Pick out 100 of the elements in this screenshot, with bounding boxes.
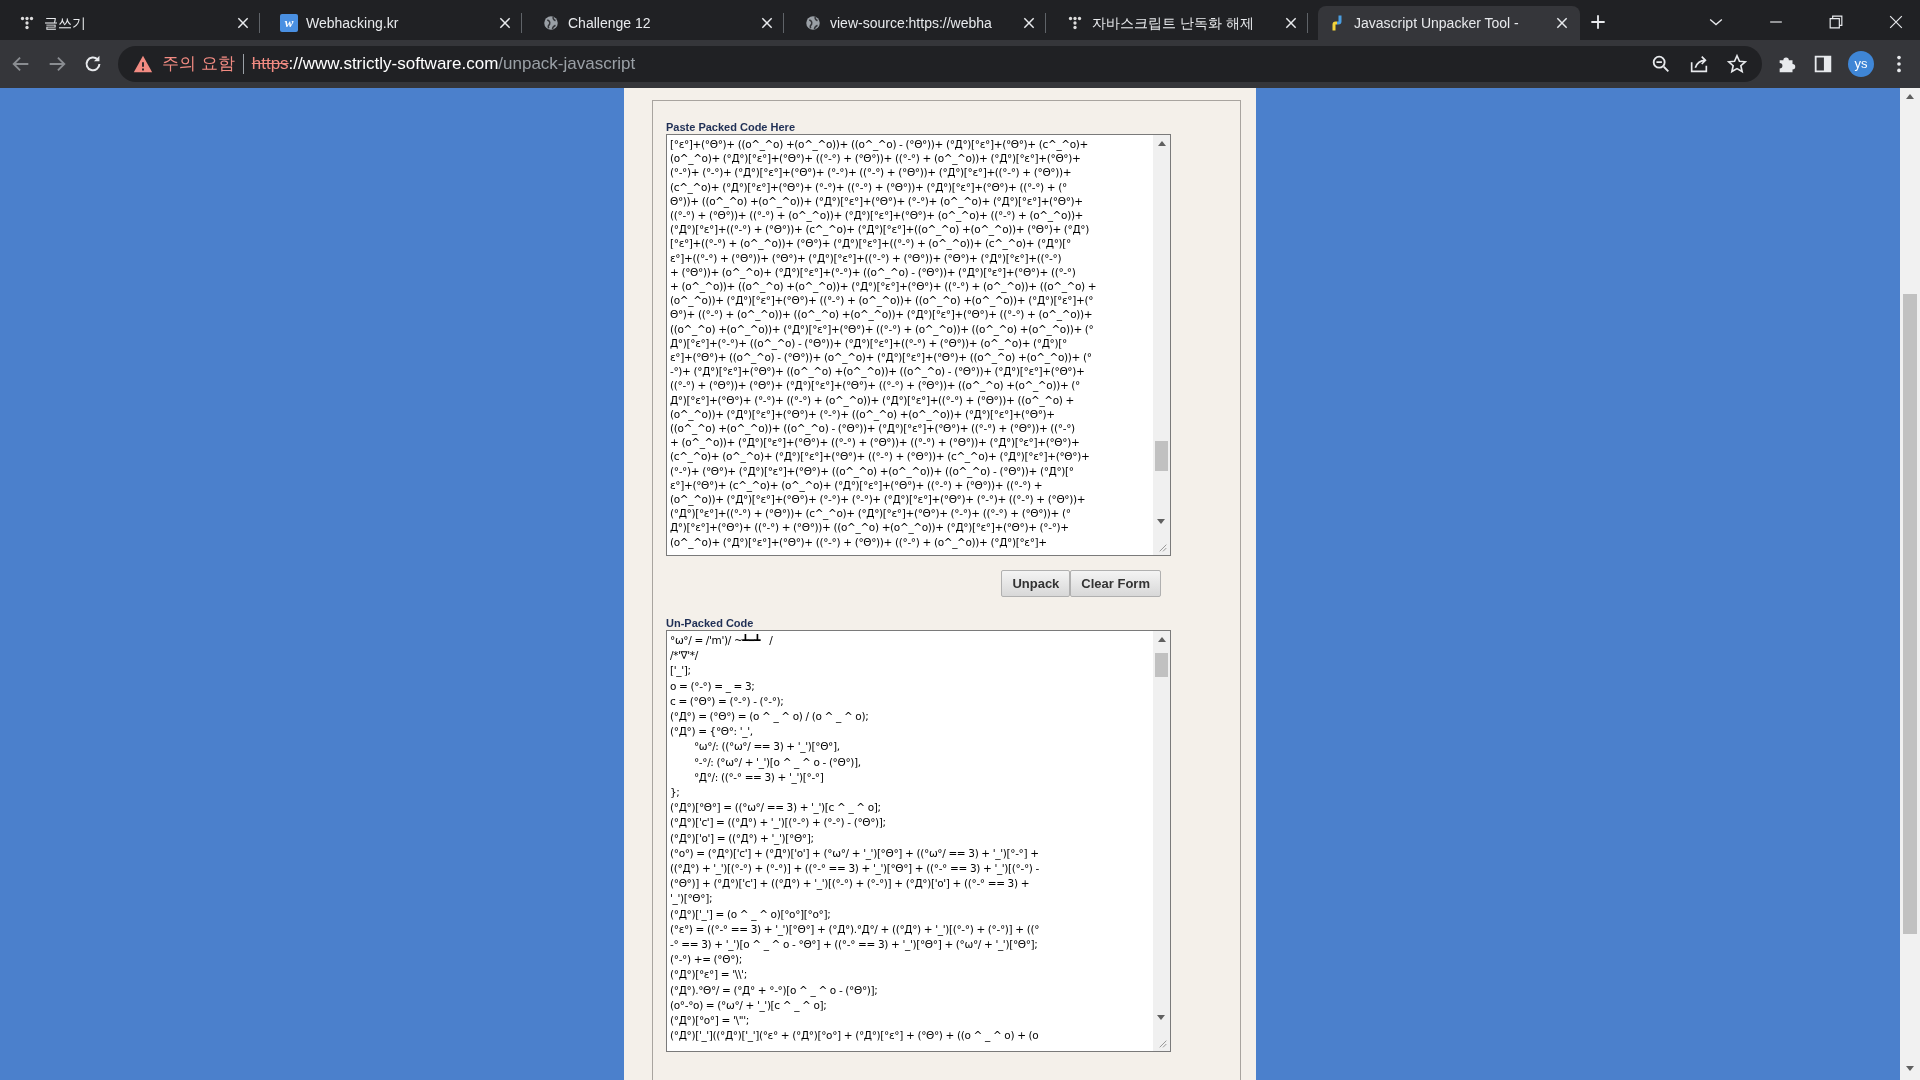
code-line: (o^_^o))+ (°Д°)[°ε°]+(°Θ°)+ (°-°)+ ((o^_^o) +(o^_^o))+ (°Д°)[°ε°]+(°Θ°)+ xyxy=(670,407,1056,422)
code-line: (c^_^o)+ (o^_^o)+ (°Д°)[°ε°]+(°Θ°)+ ((°-°) + (°Θ°))+ (c^_^o)+ (°Д°)[°ε°]+(°Θ°)+ xyxy=(670,449,1091,464)
scroll-thumb[interactable] xyxy=(1155,653,1168,677)
code-line: '_')[°Θ°]; xyxy=(670,891,714,907)
code-line: Θ°)+ ((°-°) + (o^_^o))+ ((o^_^o) +(o^_^o))+ (°Д°)[°ε°]+(°Θ°)+ ((°-°) + (o^_^o))+ xyxy=(670,307,1094,322)
globe-icon xyxy=(804,14,822,32)
code-line: (°-°) += (°Θ°); xyxy=(670,952,743,968)
code-line: + (°Θ°))+ (o^_^o)+ (°Д°)[°ε°]+(°-°)+ ((o^_^o) - (°Θ°))+ (°Д°)[°ε°]+(°Θ°)+ ((°-°) xyxy=(670,264,1077,280)
scroll-down-icon[interactable] xyxy=(1157,1015,1165,1020)
form-button[interactable]: Unpack xyxy=(1001,570,1071,597)
code-line: (o^_^o))+ (°Д°)[°ε°]+(°Θ°)+ ((°-°) + (o^_^o))+ ((o^_^o) +(o^_^o))+ (°Д°)[°ε°]+(° xyxy=(670,293,1095,308)
code-line: ((o^_^o) +(o^_^o))+ ((o^_^o) - (°Θ°))+ (°Д°)[°ε°]+(°Θ°)+ ((°-°) + (°Θ°))+ ((°-°) xyxy=(670,421,1076,436)
code-line: (°ε°) = ((°-° == 3) + '_')[°Θ°] + (°Д°).°Д°/ + ((°Д°) + '_')[(°-°) + (°-°)] + ((° xyxy=(670,921,1041,938)
code-line: + (o^_^o))+ (°Д°)[°ε°]+(°Θ°)+ ((°-°) + (°Θ°))+ ((°-°) + (°Θ°))+ (°Д°)[°ε°]+(°Θ°)+ xyxy=(670,435,1081,450)
browser-tab[interactable]: Challenge 12 xyxy=(532,6,794,40)
scrollbar[interactable] xyxy=(1153,631,1170,1051)
code-line: (c^_^o)+ (°Д°)[°ε°]+(°Θ°)+ (°-°)+ ((°-°) + (°Θ°))+ (°Д°)[°ε°]+(°Θ°)+ ((°-°) + (° xyxy=(670,179,1068,194)
code-line: (°Д°) = (°Θ°) = (o ^ _ ^ o) / (o ^ _ ^ o); xyxy=(670,709,870,725)
code-line: (°Д°)[°ε°]+((°-°) + (°Θ°))+ (c^_^o)+ (°Д°)[°ε°]+((o^_^o) +(o^_^o))+ (°Θ°)+ (°Д°) xyxy=(670,222,1090,237)
form-button[interactable]: Clear Form xyxy=(1070,570,1161,597)
code-line: [°ε°]+((°-°) + (o^_^o))+ (°Θ°)+ (°Д°)[°ε°]+((°-°) + (o^_^o))+ (c^_^o)+ (°Д°)[° xyxy=(670,236,1072,251)
code-line: }; xyxy=(670,785,681,801)
profile-avatar[interactable]: ys xyxy=(1848,51,1874,77)
code-line: ['_']; xyxy=(670,663,692,679)
page-scrollbar[interactable] xyxy=(1900,88,1920,1080)
security-warning: 주의 요함 xyxy=(162,53,235,76)
code-line: (o^_^o)+ (°Д°)[°ε°]+(°Θ°)+ ((°-°) + (°Θ°))+ ((°-°) + (o^_^o))+ (°Д°)[°ε°]+(°Θ°)+ xyxy=(670,151,1082,166)
share-icon[interactable] xyxy=(1688,53,1710,75)
close-icon[interactable] xyxy=(1554,15,1570,31)
code-line: (°Д°)[°ε°]+((°-°) + (°Θ°))+ (c^_^o)+ (°Д°)[°ε°]+(°Θ°)+ (°-°)+ ((°-°) + (°Θ°))+ (° xyxy=(670,506,1072,521)
browser-tab[interactable]: 자바스크립트 난독화 해제 xyxy=(1056,6,1318,40)
browser-tab[interactable]: w Webhacking.kr xyxy=(270,6,532,40)
close-icon[interactable] xyxy=(235,15,251,31)
code-line: -° == 3) + '_')[o ^ _ ^ o - °Θ°] + ((°-° == 3) + '_')[°Θ°] + (°ω°/ + '_')[°Θ°]; xyxy=(670,937,1039,953)
code-line: (°Д°)['_']((°Д°)['_'](°ε° + (°Д°)[°o°] + (°Д°)[°ε°] + (°Θ°) + ((o ^ _ ^ o) + (o xyxy=(670,1028,1040,1044)
code-line: ε°]+((°-°) + (°Θ°))+ (°Θ°)+ (°Д°)[°ε°]+((°-°) + (°Θ°))+ (°Θ°)+ (°Д°)[°ε°]+((°-°) xyxy=(670,250,1063,265)
code-line: (°Д°)[°ε°] = '\\'; xyxy=(670,967,748,983)
url-text: https://www.strictly-software.com/unpack-javascript xyxy=(251,53,636,76)
browser-tab[interactable]: view-source:https://webha xyxy=(794,6,1056,40)
code-line: °-°/: (°ω°/ + '_')[o ^ _ ^ o - (°Θ°)], xyxy=(692,754,862,770)
code-line: (°Д°)['_'] = (o ^ _ ^ o)[°o°][°o°]; xyxy=(670,906,832,922)
close-icon[interactable] xyxy=(1283,15,1299,31)
scroll-thumb[interactable] xyxy=(1155,441,1168,471)
code-line: ε°]+(°Θ°)+ ((o^_^o) - (°Θ°))+ (o^_^o)+ (°Д°)[°ε°]+(°Θ°)+ ((o^_^o) +(o^_^o))+ (° xyxy=(670,350,1093,365)
code-line: (°Д°)[°o°] = '\"'; xyxy=(670,1013,750,1029)
close-icon[interactable] xyxy=(497,15,513,31)
close-icon[interactable] xyxy=(759,15,775,31)
code-line: (o°-°o) = (°ω°/ + '_')[c ^ _ ^ o]; xyxy=(670,997,828,1014)
code-line: °ω°/: ((°ω°/ == 3) + '_')[°Θ°], xyxy=(692,739,841,755)
side-panel-icon[interactable] xyxy=(1812,53,1834,75)
scroll-up-icon[interactable] xyxy=(1906,94,1914,99)
code-line: (o^_^o)+ (°Д°)[°ε°]+(°Θ°)+ ((°-°) + (°Θ°))+ ((°-°) + (o^_^o))+ (°Д°)[°ε°]+ xyxy=(670,534,1048,549)
field-label: Paste Packed Code Here xyxy=(666,121,796,134)
code-line: [°ε°]+(°Θ°)+ ((o^_^o) +(o^_^o))+ ((o^_^o) - (°Θ°))+ (°Д°)[°ε°]+(°Θ°)+ (c^_^o)+ xyxy=(670,137,1090,152)
code-line: (°Д°)['c'] = ((°Д°) + '_')[(°-°) + (°-°) - (°Θ°)]; xyxy=(670,815,887,831)
scroll-thumb[interactable] xyxy=(1903,294,1917,934)
code-line: ((°-°) + (°Θ°))+ ((°-°) + (o^_^o))+ (°Д°)[°ε°]+(°Θ°)+ (o^_^o)+ ((°-°) + (o^_^o))+ xyxy=(670,208,1085,223)
code-line: (°-°)+ (°Θ°)+ (°Д°)[°ε°]+(°Θ°)+ ((o^_^o) +(o^_^o))+ ((o^_^o) - (°Θ°))+ (°Д°)[° xyxy=(670,463,1075,478)
new-tab-icon[interactable] xyxy=(1588,12,1608,32)
resize-grip-icon[interactable] xyxy=(1158,543,1168,553)
code-line: °Д°/: ((°-° == 3) + '_')[°-°] xyxy=(692,769,825,786)
code-line: c = (°Θ°) = (°-°) - (°-°); xyxy=(670,693,785,709)
code-line: (°Д°) = {°Θ°: '_', xyxy=(670,724,754,740)
close-icon[interactable] xyxy=(1021,15,1037,31)
scroll-down-icon[interactable] xyxy=(1906,1066,1914,1071)
zoom-out-icon[interactable] xyxy=(1650,53,1672,75)
code-line: + (o^_^o))+ ((o^_^o) +(o^_^o))+ (°Д°)[°ε°]+(°Θ°)+ ((°-°) + (o^_^o))+ ((o^_^o) + xyxy=(670,279,1098,294)
code-textarea[interactable] xyxy=(666,630,1171,1052)
code-line: ((o^_^o) +(o^_^o))+ (°Д°)[°ε°]+(°Θ°)+ ((°-°) + (o^_^o))+ ((o^_^o) +(o^_^o))+ (° xyxy=(670,321,1095,336)
code-line: °ω°/ = /'m')/ ~┻━┻ / xyxy=(670,633,774,648)
code-line: Θ°))+ ((o^_^o) +(o^_^o))+ (°Д°)[°ε°]+(°Θ°)+ (°-°)+ (o^_^o)+ (°Д°)[°ε°]+(°Θ°)+ xyxy=(670,194,1084,208)
code-line: Д°)[°ε°]+(°-°)+ ((o^_^o) - (°Θ°))+ (°Д°)[°ε°]+((°-°) + (°Θ°))+ (o^_^o)+ (°Д°)[° xyxy=(670,336,1068,351)
scroll-up-icon[interactable] xyxy=(1157,637,1166,642)
scrollbar[interactable] xyxy=(1153,135,1170,555)
dots-icon xyxy=(1066,14,1084,32)
code-line: /*'∇'*/ xyxy=(670,648,700,664)
address-bar[interactable]: 주의 요함 https://www.strictly-software.com/unpack-javascript xyxy=(118,46,1762,82)
star-icon[interactable] xyxy=(1726,53,1748,75)
code-line: (°o°) = (°Д°)['c'] + (°Д°)['o'] + (°ω°/ + '_')[°Θ°] + ((°ω°/ == 3) + '_')[°-°] + xyxy=(670,845,1040,862)
browser-tab[interactable]: Javascript Unpacker Tool - xyxy=(1318,6,1580,40)
code-line: ((°-°) + (°Θ°))+ (°Θ°)+ (°Д°)[°ε°]+(°Θ°)+ ((°-°) + (°Θ°))+ ((o^_^o) +(o^_^o))+ (° xyxy=(670,378,1081,393)
code-line: Д°)[°ε°]+(°Θ°)+ ((°-°) + (°Θ°))+ ((o^_^o) +(o^_^o))+ (°Д°)[°ε°]+(°Θ°)+ (°-°)+ xyxy=(670,520,1070,535)
code-line: (°Θ°)] + (°Д°)['c'] + ((°Д°) + '_')[(°-°) + (°-°)] + (°Д°)['o'] + ((°-° == 3) + xyxy=(670,876,1031,892)
site-logo-icon: w xyxy=(280,14,298,32)
code-line: ε°]+(°Θ°)+ (c^_^o)+ (o^_^o)+ (°Д°)[°ε°]+(°Θ°)+ ((°-°) + (°Θ°))+ ((°-°) + xyxy=(670,478,1044,493)
code-line: (°Д°).°Θ°/ = (°Д° + °-°)[o ^ _ ^ o - (°Θ°)]; xyxy=(670,982,879,998)
browser-tab[interactable]: 글쓰기 xyxy=(8,6,270,40)
scroll-down-icon[interactable] xyxy=(1157,519,1165,524)
code-line: ((°Д°) + '_')[(°-°) + (°-°)] + ((°-° == 3) + '_')[°Θ°] + ((°-° == 3) + '_')[(°-°) - xyxy=(670,861,1041,877)
code-textarea[interactable] xyxy=(666,134,1171,556)
resize-grip-icon[interactable] xyxy=(1158,1039,1168,1049)
code-line: (°Д°)['o'] = ((°Д°) + '_')[°Θ°]; xyxy=(670,830,815,846)
globe-icon xyxy=(542,14,560,32)
field-label: Un-Packed Code xyxy=(666,617,755,630)
code-line: (°Д°)[°Θ°] = ((°ω°/ == 3) + '_')[c ^ _ ^ o]; xyxy=(670,800,882,816)
code-line: Д°)[°ε°]+(°Θ°)+ (°-°)+ ((°-°) + (o^_^o))+ (°Д°)[°ε°]+((°-°) + (°Θ°))+ ((o^_^o) + xyxy=(670,392,1076,407)
dots-icon xyxy=(18,14,36,32)
code-line: (°-°)+ (°-°)+ (°Д°)[°ε°]+(°Θ°)+ (°-°)+ ((°-°) + (°Θ°))+ (°Д°)[°ε°]+((°-°) + (°Θ°))+ xyxy=(670,165,1073,180)
scroll-up-icon[interactable] xyxy=(1157,141,1166,146)
code-line: o = (°-°) = _ = 3; xyxy=(670,678,756,694)
